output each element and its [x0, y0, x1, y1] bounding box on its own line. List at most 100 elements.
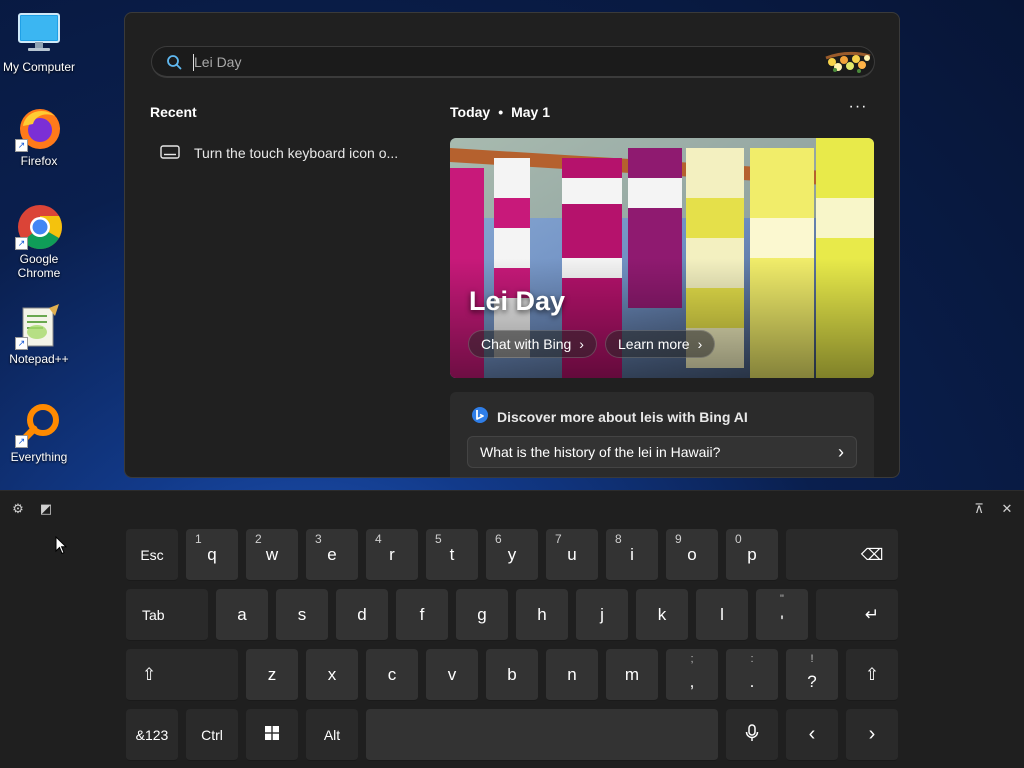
- enter-icon: ↵: [864, 604, 880, 624]
- chrome-icon: ↗: [15, 202, 63, 250]
- key-apostrophe[interactable]: " ': [756, 589, 808, 641]
- key-number: 7: [555, 532, 562, 546]
- key-g[interactable]: g: [456, 589, 508, 641]
- desktop-icon-notepadpp[interactable]: ↗ Notepad++: [0, 302, 78, 366]
- key-n[interactable]: n: [546, 649, 598, 701]
- key-e[interactable]: 3e: [306, 529, 358, 581]
- microphone-icon: [745, 724, 759, 745]
- shortcut-arrow-icon: ↗: [15, 337, 28, 350]
- close-icon[interactable]: ✕: [999, 501, 1015, 517]
- key-period[interactable]: :.: [726, 649, 778, 701]
- key-d[interactable]: d: [336, 589, 388, 641]
- key-x[interactable]: x: [306, 649, 358, 701]
- key-symbols[interactable]: &123: [126, 709, 178, 761]
- key-h[interactable]: h: [516, 589, 568, 641]
- key-alt-symbol: ;: [690, 653, 694, 665]
- desktop-icon-label: Google Chrome: [17, 252, 61, 280]
- desktop-icon-my-computer[interactable]: My Computer: [0, 10, 78, 74]
- key-m[interactable]: m: [606, 649, 658, 701]
- key-letter: w: [265, 544, 279, 564]
- key-number: 8: [615, 532, 622, 546]
- everything-icon: ↗: [15, 400, 63, 448]
- discover-heading: Discover more about leis with Bing AI: [471, 406, 748, 427]
- shift-icon: ⇧: [142, 664, 157, 684]
- touch-keyboard: ⚙ ◩ ⊼ ✕ Esc 1q 2w 3e 4r 5t 6y 7u 8i 9o 0…: [0, 490, 1024, 768]
- key-z[interactable]: z: [246, 649, 298, 701]
- shortcut-arrow-icon: ↗: [15, 237, 28, 250]
- key-symbol: ': [780, 611, 784, 631]
- desktop-icon-firefox[interactable]: ↗ Firefox: [0, 104, 78, 168]
- key-c[interactable]: c: [366, 649, 418, 701]
- chat-with-bing-button[interactable]: Chat with Bing ›: [468, 330, 597, 358]
- key-question[interactable]: !?: [786, 649, 838, 701]
- key-comma[interactable]: ;,: [666, 649, 718, 701]
- search-box[interactable]: [151, 46, 875, 78]
- desktop-icon-label: Everything: [10, 450, 68, 464]
- more-options-button[interactable]: ···: [847, 99, 869, 120]
- key-j[interactable]: j: [576, 589, 628, 641]
- recent-item[interactable]: Turn the touch keyboard icon o...: [150, 137, 410, 169]
- key-enter[interactable]: ↵: [816, 589, 898, 641]
- key-letter: q: [207, 544, 217, 564]
- key-alt[interactable]: Alt: [306, 709, 358, 761]
- desktop-icon-everything[interactable]: ↗ Everything: [0, 400, 78, 464]
- chevron-right-icon: ›: [579, 336, 584, 352]
- key-arrow-right[interactable]: ›: [846, 709, 898, 761]
- desktop-icon-label: Firefox: [20, 154, 58, 168]
- key-number: 3: [315, 532, 322, 546]
- key-f[interactable]: f: [396, 589, 448, 641]
- key-w[interactable]: 2w: [246, 529, 298, 581]
- today-label: Today: [450, 104, 491, 120]
- sticker-icon[interactable]: ◩: [38, 501, 54, 517]
- recent-heading: Recent: [150, 104, 197, 120]
- key-shift-right[interactable]: ⇧: [846, 649, 898, 701]
- key-esc[interactable]: Esc: [126, 529, 178, 581]
- bing-icon: [471, 406, 489, 427]
- settings-icon[interactable]: ⚙: [10, 501, 26, 517]
- key-alt-symbol: ": [780, 593, 784, 605]
- key-number: 0: [735, 532, 742, 546]
- key-microphone[interactable]: [726, 709, 778, 761]
- lei-day-thumbnail-icon[interactable]: [824, 48, 872, 81]
- key-letter: i: [630, 544, 634, 564]
- key-number: 2: [255, 532, 262, 546]
- today-date: May 1: [511, 104, 551, 120]
- key-ctrl[interactable]: Ctrl: [186, 709, 238, 761]
- key-arrow-left[interactable]: ‹: [786, 709, 838, 761]
- key-tab[interactable]: Tab: [126, 589, 208, 641]
- search-input[interactable]: [194, 51, 794, 73]
- learn-more-button[interactable]: Learn more ›: [605, 330, 716, 358]
- notepadpp-icon: ↗: [15, 302, 63, 350]
- key-u[interactable]: 7u: [546, 529, 598, 581]
- key-symbol: .: [749, 671, 755, 691]
- mouse-cursor-icon: [55, 535, 68, 561]
- key-v[interactable]: v: [426, 649, 478, 701]
- today-separator: •: [498, 104, 504, 120]
- key-k[interactable]: k: [636, 589, 688, 641]
- key-p[interactable]: 0p: [726, 529, 778, 581]
- key-b[interactable]: b: [486, 649, 538, 701]
- suggested-question-button[interactable]: What is the history of the lei in Hawaii…: [467, 436, 857, 468]
- key-backspace[interactable]: ⌫: [786, 529, 898, 581]
- key-shift-left[interactable]: ⇧: [126, 649, 238, 701]
- key-number: 9: [675, 532, 682, 546]
- key-o[interactable]: 9o: [666, 529, 718, 581]
- key-windows[interactable]: [246, 709, 298, 761]
- dock-icon[interactable]: ⊼: [971, 501, 987, 517]
- key-t[interactable]: 5t: [426, 529, 478, 581]
- key-space[interactable]: [366, 709, 718, 761]
- key-i[interactable]: 8i: [606, 529, 658, 581]
- key-y[interactable]: 6y: [486, 529, 538, 581]
- lei-day-hero-card[interactable]: Lei Day Chat with Bing › Learn more ›: [450, 138, 874, 378]
- key-alt-symbol: :: [750, 653, 754, 665]
- chevron-right-icon: ›: [697, 336, 703, 352]
- desktop-icon-label: Notepad++: [9, 352, 69, 366]
- key-a[interactable]: a: [216, 589, 268, 641]
- key-s[interactable]: s: [276, 589, 328, 641]
- discover-title: Discover more about leis with Bing AI: [497, 408, 748, 425]
- key-l[interactable]: l: [696, 589, 748, 641]
- today-header: Today • May 1: [450, 104, 550, 120]
- key-q[interactable]: 1q: [186, 529, 238, 581]
- desktop-icon-chrome[interactable]: ↗ Google Chrome: [0, 202, 78, 280]
- key-r[interactable]: 4r: [366, 529, 418, 581]
